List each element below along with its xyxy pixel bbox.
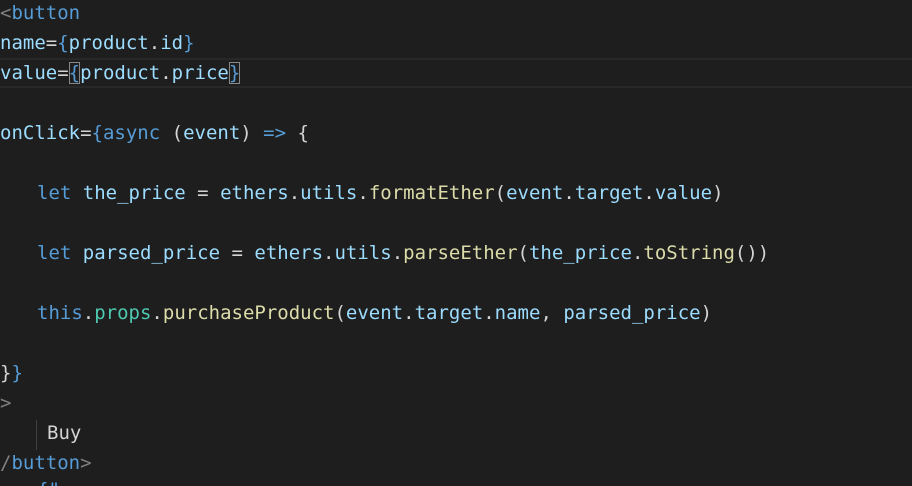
indent-guide — [36, 420, 37, 450]
token-comma: , — [540, 302, 564, 324]
token-paren: ) — [712, 182, 724, 204]
token-dot: . — [631, 242, 644, 264]
token-dot: . — [151, 302, 163, 324]
token-dot: . — [483, 302, 495, 324]
token-paren: ( — [334, 302, 346, 324]
token-object: product — [80, 62, 161, 84]
token-dot: . — [643, 182, 655, 204]
token-dot: . — [357, 182, 369, 204]
token-arg: the_price — [528, 242, 632, 264]
code-line-14[interactable]: > — [0, 388, 11, 418]
token-brace-close: } — [183, 32, 195, 54]
token-dot: . — [82, 302, 95, 324]
code-line-15[interactable]: Buy — [47, 418, 81, 448]
token-attr-name: name — [0, 32, 46, 54]
code-line-9[interactable]: let parsed_price = ethers.utils.parseEth… — [37, 238, 769, 268]
token-equals: = — [80, 122, 92, 144]
token-function: toString — [643, 242, 735, 264]
token-equals: = — [220, 242, 255, 264]
token-dot: . — [323, 242, 335, 264]
token-tag-name: button — [11, 2, 81, 24]
token-keyword-let: let — [37, 182, 72, 204]
token-function: formatEther — [368, 182, 495, 204]
token-paren: ( — [494, 182, 507, 204]
token-arrow: => — [263, 122, 287, 144]
token-brace-close: } — [0, 362, 12, 384]
token-dot: . — [391, 242, 404, 264]
code-editor[interactable]: <button name={product.id} value={product… — [0, 0, 912, 486]
token-dot: . — [403, 302, 415, 324]
code-line-7[interactable]: let the_price = ethers.utils.formatEther… — [37, 178, 724, 208]
token-tag-name: button — [11, 452, 81, 474]
token-brace-close: } — [11, 362, 23, 384]
token-property: target — [414, 302, 484, 324]
token-arg: parsed_price — [563, 302, 701, 324]
code-line-13[interactable]: }} — [0, 358, 23, 388]
token-property: price — [171, 62, 229, 84]
token-property: target — [574, 182, 644, 204]
token-paren: ) — [700, 302, 713, 324]
token-property: name — [494, 302, 541, 324]
token-arg: event — [506, 182, 564, 204]
token-function: purchaseProduct — [162, 302, 335, 324]
token-var: the_price — [82, 182, 186, 204]
token-arg: event — [345, 302, 404, 324]
token-object: ethers — [254, 242, 324, 264]
token-attr-value: value — [0, 62, 58, 84]
token-keyword-this: this — [37, 302, 83, 324]
code-line-2[interactable]: name={product.id} — [0, 28, 195, 58]
token-jsx-text: Buy — [47, 422, 82, 444]
token-var: parsed_price — [82, 242, 221, 264]
token-paren: ()) — [734, 242, 770, 264]
token-tag-close: > — [80, 452, 92, 474]
token-param: event — [183, 122, 241, 144]
token-brace-open-matched: { — [68, 62, 81, 84]
token-function: parseEther — [403, 242, 518, 264]
token-equals: = — [57, 62, 69, 84]
token-paren-close: ) — [240, 122, 264, 144]
token-keyword-async: async — [102, 122, 161, 144]
token-brace-close-matched: } — [228, 62, 241, 84]
token-property: value — [654, 182, 713, 204]
token-paren: ( — [517, 242, 529, 264]
token-dot: . — [563, 182, 575, 204]
token-brace: { — [286, 122, 309, 144]
token-paren-open: ( — [160, 122, 184, 144]
token-tag-slash: / — [0, 452, 12, 474]
token-dot: . — [160, 62, 172, 84]
token-brace-open: { — [57, 32, 69, 54]
token-property: utils — [334, 242, 392, 264]
token-object: ethers — [220, 182, 289, 204]
token-props: props — [94, 302, 152, 324]
token-equals: = — [185, 182, 221, 204]
token-tag-open: < — [0, 2, 12, 24]
code-line-5[interactable]: onClick={async (event) => { — [0, 118, 309, 148]
token-attr-onclick: onClick — [0, 122, 81, 144]
token-partial: {" — [37, 479, 60, 486]
token-property: utils — [300, 182, 358, 204]
token-brace-open: { — [91, 122, 103, 144]
token-dot: . — [288, 182, 301, 204]
code-line-11[interactable]: this.props.purchaseProduct(event.target.… — [37, 298, 712, 328]
token-keyword-let: let — [37, 242, 72, 264]
token-property: id — [160, 32, 184, 54]
code-line-3[interactable]: value={product.price} — [0, 58, 241, 88]
token-equals: = — [45, 32, 58, 54]
token-object: product — [68, 32, 149, 54]
code-line-17-partial[interactable]: {" — [37, 475, 60, 486]
token-dot: . — [148, 32, 161, 54]
code-line-1[interactable]: <button — [0, 0, 80, 28]
code-line-16[interactable]: /button> — [0, 448, 92, 478]
token-tag-close: > — [0, 392, 12, 414]
